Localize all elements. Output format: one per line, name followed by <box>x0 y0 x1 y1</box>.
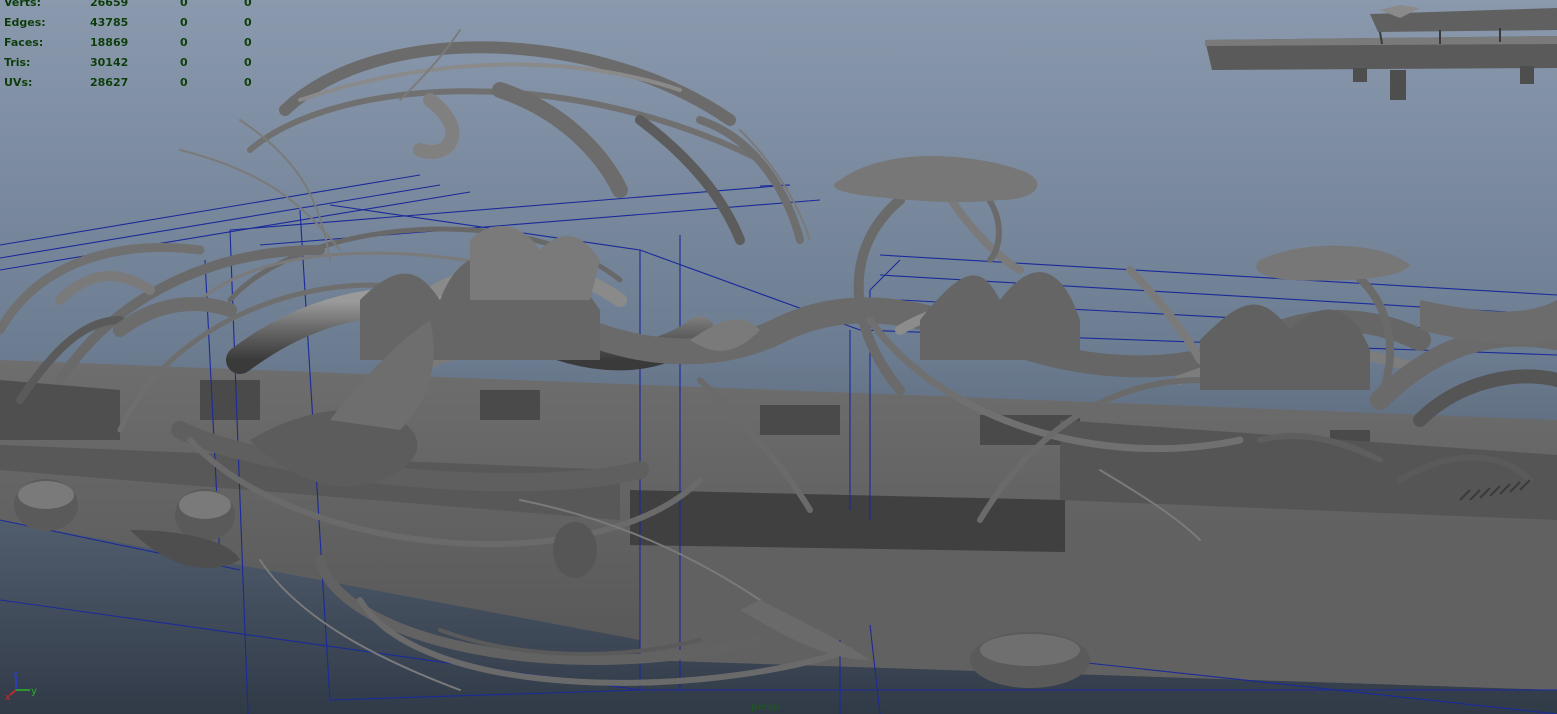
hud-selected: 0 <box>180 76 188 89</box>
hud-total: 18869 <box>90 36 129 49</box>
scene-render[interactable] <box>0 0 1557 714</box>
hud-components: 0 <box>244 16 252 29</box>
view-axis-gizmo-icon: z y x <box>5 670 37 703</box>
hud-total: 26659 <box>90 0 129 9</box>
axis-z-label: z <box>13 670 18 680</box>
hud-components: 0 <box>244 76 252 89</box>
axis-y-label: y <box>31 686 37 697</box>
hud-selected: 0 <box>180 36 188 49</box>
hud-total: 43785 <box>90 16 129 29</box>
hud-components: 0 <box>244 0 252 9</box>
hud-label: Verts: <box>4 0 42 9</box>
platform-body <box>0 360 1557 690</box>
axis-x-label: x <box>5 693 11 703</box>
hud-total: 30142 <box>90 56 129 69</box>
hud-total: 28627 <box>90 76 129 89</box>
hud-components: 0 <box>244 56 252 69</box>
hud-label: Tris: <box>4 56 31 69</box>
distant-bridge-structure <box>1205 5 1557 100</box>
hud-label: Edges: <box>4 16 46 29</box>
camera-name-label: persp <box>751 702 780 713</box>
maya-perspective-viewport[interactable]: Verts: 26659 0 0 Edges: 43785 0 0 Faces:… <box>0 0 1557 714</box>
hud-label: Faces: <box>4 36 44 49</box>
hud-selected: 0 <box>180 16 188 29</box>
hud-components: 0 <box>244 36 252 49</box>
hud-selected: 0 <box>180 56 188 69</box>
hud-selected: 0 <box>180 0 188 9</box>
hud-label: UVs: <box>4 76 33 89</box>
